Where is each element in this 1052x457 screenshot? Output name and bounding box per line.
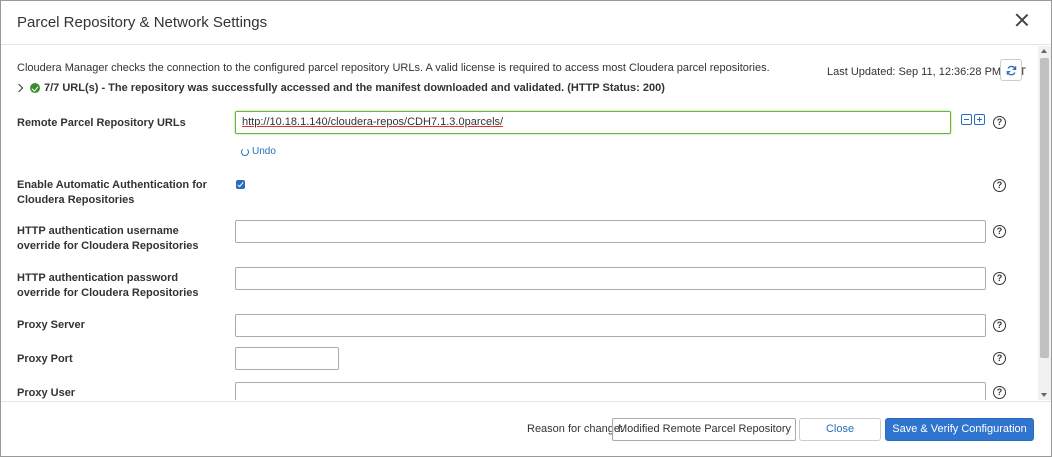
auto-auth-checkbox[interactable] (236, 180, 245, 189)
vertical-scrollbar[interactable] (1038, 46, 1051, 400)
http-password-label: HTTP authentication password override fo… (17, 272, 199, 299)
proxy-port-input[interactable] (235, 347, 339, 370)
save-verify-button[interactable]: Save & Verify Configuration (885, 418, 1034, 441)
chevron-right-icon[interactable] (14, 83, 24, 93)
close-icon[interactable] (1013, 12, 1031, 30)
http-username-label: HTTP authentication username override fo… (17, 225, 199, 252)
proxy-server-input[interactable] (235, 314, 986, 337)
help-icon[interactable]: ? (993, 386, 1006, 399)
help-icon[interactable]: ? (993, 352, 1006, 365)
url-row-controls (961, 114, 985, 125)
modal-body: Cloudera Manager checks the connection t… (1, 46, 1037, 400)
modal-header: Parcel Repository & Network Settings (1, 1, 1051, 45)
reason-label: Reason for change: (527, 423, 624, 435)
undo-icon (241, 147, 249, 156)
add-icon[interactable] (974, 114, 985, 125)
proxy-user-input[interactable] (235, 382, 986, 400)
scroll-up-icon[interactable] (1041, 49, 1047, 53)
check-circle-icon (30, 83, 40, 93)
status-text: 7/7 URL(s) - The repository was successf… (44, 82, 665, 94)
proxy-server-label: Proxy Server (17, 319, 85, 331)
status-line[interactable]: 7/7 URL(s) - The repository was successf… (14, 82, 665, 94)
proxy-user-label: Proxy User (17, 387, 76, 399)
undo-link[interactable]: Undo (241, 146, 276, 157)
http-username-input[interactable] (235, 220, 986, 243)
help-icon[interactable]: ? (993, 225, 1006, 238)
parcel-settings-modal: Parcel Repository & Network Settings Clo… (0, 0, 1052, 457)
remote-url-input[interactable]: http://10.18.1.140/cloudera-repos/CDH7.1… (235, 111, 951, 134)
close-button[interactable]: Close (799, 418, 881, 441)
refresh-icon (1006, 65, 1016, 75)
http-password-input[interactable] (235, 267, 986, 290)
last-updated-text: Last Updated: Sep 11, 12:36:28 PM PDT (827, 66, 1027, 78)
help-icon[interactable]: ? (993, 272, 1006, 285)
remove-icon[interactable] (961, 114, 972, 125)
auto-auth-label: Enable Automatic Authentication for Clou… (17, 179, 207, 206)
help-icon[interactable]: ? (993, 116, 1006, 129)
reason-input[interactable]: Modified Remote Parcel Repository URLs (612, 418, 796, 441)
remote-url-value: http://10.18.1.140/cloudera-repos/CDH7.1… (242, 116, 504, 128)
help-icon[interactable]: ? (993, 319, 1006, 332)
modal-footer: Reason for change: Modified Remote Parce… (1, 401, 1051, 456)
modal-title: Parcel Repository & Network Settings (17, 14, 268, 31)
intro-text: Cloudera Manager checks the connection t… (17, 62, 770, 74)
refresh-button[interactable] (1000, 59, 1022, 81)
scroll-thumb[interactable] (1040, 58, 1049, 358)
scroll-down-icon[interactable] (1041, 393, 1047, 397)
undo-label: Undo (252, 146, 276, 157)
remote-urls-label: Remote Parcel Repository URLs (17, 117, 186, 129)
help-icon[interactable]: ? (993, 179, 1006, 192)
proxy-port-label: Proxy Port (17, 353, 73, 365)
